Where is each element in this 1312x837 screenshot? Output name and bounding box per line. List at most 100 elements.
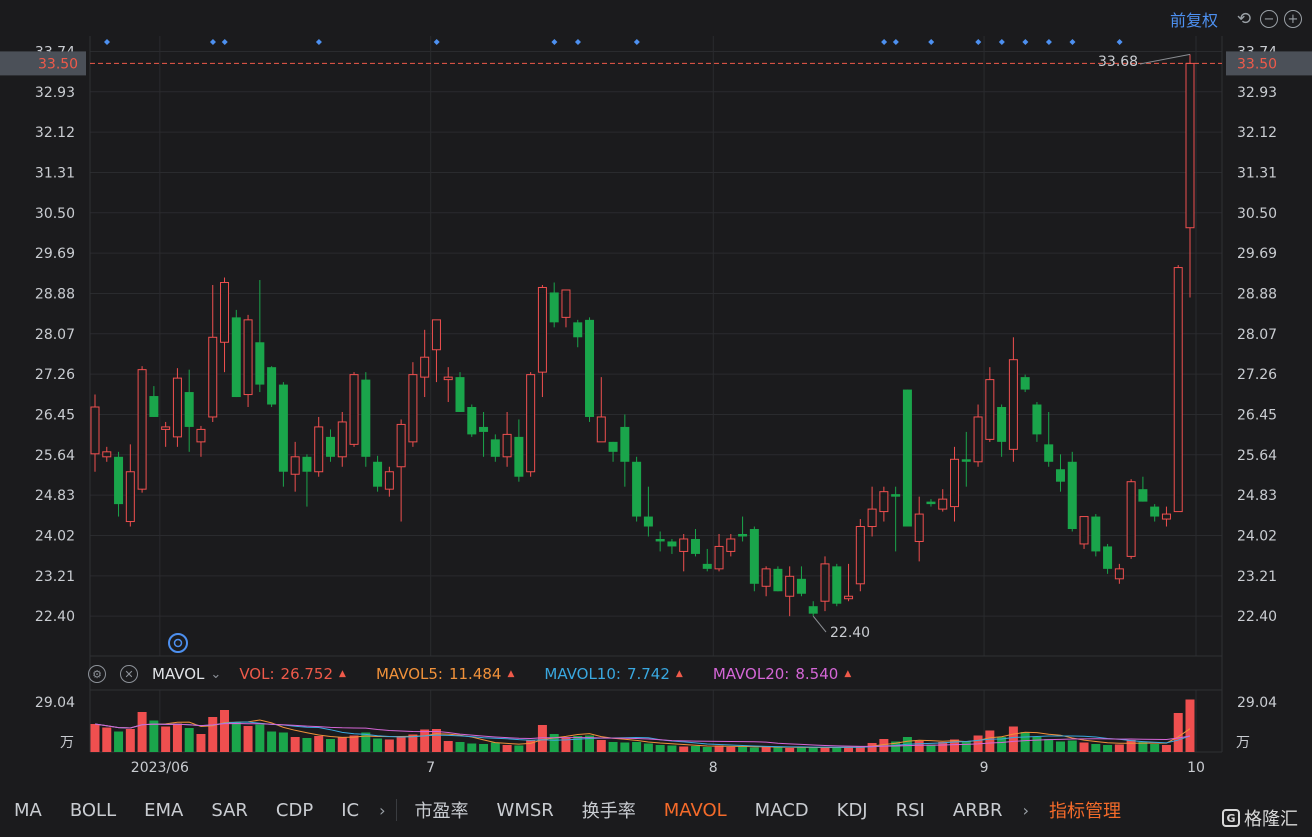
- event-marker: [104, 39, 110, 45]
- tab-cdp[interactable]: CDP: [276, 800, 313, 821]
- chevron-right-icon[interactable]: ›: [379, 801, 385, 820]
- tab-ic[interactable]: IC: [341, 800, 359, 821]
- logo-icon: G: [1222, 809, 1240, 827]
- candle-body: [149, 396, 159, 417]
- tab-ma[interactable]: MA: [14, 800, 42, 821]
- candle-body: [1185, 62, 1195, 229]
- tab-wmsr[interactable]: WMSR: [497, 800, 554, 821]
- tab-rsi[interactable]: RSI: [896, 800, 925, 821]
- price-tick-label: 22.40: [35, 609, 75, 625]
- volume-bar: [632, 742, 642, 752]
- price-tick-label: 29.69: [1237, 246, 1277, 262]
- volume-bar: [325, 739, 335, 752]
- candle-body: [361, 379, 371, 457]
- candle-body: [114, 456, 124, 505]
- price-tick-label: 30.50: [35, 206, 75, 222]
- plus-circle-icon[interactable]: +: [1284, 10, 1302, 28]
- divider: [395, 799, 397, 821]
- volume-bar: [396, 736, 406, 752]
- candle-body: [431, 319, 441, 351]
- event-marker: [209, 39, 216, 45]
- price-tick-label: 31.31: [1237, 165, 1277, 181]
- candle-body: [490, 439, 500, 457]
- minus-circle-icon[interactable]: −: [1260, 10, 1278, 28]
- volume-bar: [537, 725, 547, 752]
- tab-pe[interactable]: 市盈率: [415, 797, 469, 823]
- tab-macd[interactable]: MACD: [755, 800, 809, 821]
- chevron-down-icon[interactable]: ⌄: [210, 667, 221, 682]
- close-icon[interactable]: ✕: [120, 665, 138, 683]
- volume-bar: [785, 748, 795, 752]
- volume-bar: [1055, 741, 1065, 752]
- candle-body: [349, 374, 359, 445]
- volume-bar: [114, 731, 124, 752]
- candle-body: [208, 336, 218, 418]
- tab-kdj[interactable]: KDJ: [837, 800, 868, 821]
- tab-boll[interactable]: BOLL: [70, 800, 116, 821]
- tab-turnover[interactable]: 换手率: [582, 797, 636, 823]
- candle-body: [832, 566, 842, 604]
- volume-bar: [490, 742, 500, 752]
- candle-body: [973, 416, 983, 463]
- volume-bar: [102, 727, 112, 752]
- volume-bar: [1173, 713, 1183, 752]
- event-marker: [975, 39, 982, 45]
- volume-unit-label: 万: [60, 735, 74, 751]
- indicator-name[interactable]: MAVOL: [152, 665, 204, 683]
- candle-body: [573, 322, 583, 338]
- volume-bar: [867, 743, 877, 752]
- candle-body: [796, 578, 806, 594]
- tab-mavol[interactable]: MAVOL: [664, 800, 727, 821]
- volume-bar: [384, 739, 394, 752]
- chevron-right-icon[interactable]: ›: [1023, 801, 1029, 820]
- indicator-manage-button[interactable]: 指标管理: [1049, 797, 1121, 823]
- candle-body: [255, 342, 265, 385]
- volume-bar: [1008, 726, 1018, 752]
- volume-bar: [278, 732, 288, 752]
- candle-body: [867, 508, 877, 528]
- candle-body: [231, 317, 241, 398]
- mavol10-readout: MAVOL10: 7.742 ▲: [544, 665, 683, 683]
- volume-bar: [172, 723, 182, 752]
- volume-bar: [161, 726, 171, 752]
- price-tick-label: 28.07: [1237, 327, 1277, 343]
- date-axis-label: 2023/06: [131, 760, 189, 776]
- tab-arbr[interactable]: ARBR: [953, 800, 1003, 821]
- candle-body: [914, 513, 924, 542]
- price-tick-label: 24.83: [35, 488, 75, 504]
- volume-bar: [1091, 744, 1101, 752]
- candle-body: [325, 436, 335, 457]
- candle-body: [196, 428, 206, 443]
- volume-bar: [914, 741, 924, 752]
- price-tick-label: 28.88: [35, 286, 75, 302]
- candle-body: [690, 538, 700, 554]
- price-tick-label: 26.45: [1237, 407, 1277, 423]
- volume-bar: [749, 747, 759, 752]
- volume-bar: [1044, 739, 1054, 752]
- candle-body: [479, 426, 489, 432]
- event-marker: [633, 39, 640, 45]
- candle-body: [373, 461, 383, 487]
- gear-icon[interactable]: ⚙: [88, 665, 106, 683]
- tab-ema[interactable]: EMA: [144, 800, 183, 821]
- volume-bar: [961, 741, 971, 752]
- volume-top-label: 29.04: [1237, 695, 1277, 711]
- candle-body: [502, 433, 512, 458]
- high-annotation-line: [1139, 53, 1191, 65]
- candle-body: [549, 292, 559, 323]
- volume-bar: [349, 735, 359, 752]
- price-tick-label: 24.02: [1237, 528, 1277, 544]
- tab-sar[interactable]: SAR: [211, 800, 248, 821]
- volume-bar: [1150, 744, 1160, 752]
- volume-bar: [938, 742, 948, 752]
- undo-icon[interactable]: ⟲: [1234, 10, 1254, 28]
- event-marker: [998, 39, 1005, 45]
- volume-bar: [467, 743, 477, 752]
- chart-toolbar: 前复权 ⟲ − +: [1170, 6, 1302, 32]
- event-marker: [881, 39, 888, 45]
- candle-body: [749, 529, 759, 584]
- volume-bar: [1103, 745, 1113, 752]
- candle-body: [785, 575, 795, 597]
- price-adjust-selector[interactable]: 前复权: [1170, 7, 1218, 31]
- price-tick-label: 23.21: [35, 569, 75, 585]
